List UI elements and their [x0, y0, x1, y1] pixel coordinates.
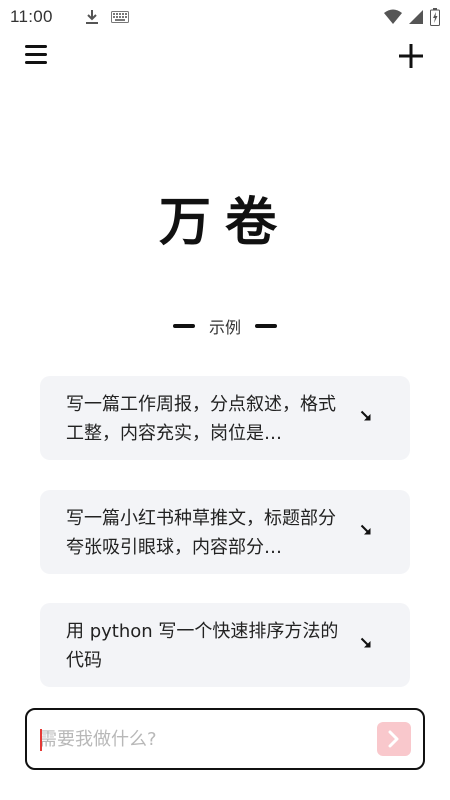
example-card-text: 用 python 写一个快速排序方法的代码: [66, 621, 339, 671]
arrow-down-right-icon: [360, 524, 371, 535]
example-card-2[interactable]: 写一篇小红书种草推文，标题部分夸张吸引眼球，内容部分…: [40, 490, 410, 574]
signal-icon: [409, 10, 423, 24]
prompt-input-container: [25, 708, 425, 770]
download-icon: [85, 10, 98, 24]
example-card-text: 写一篇小红书种草推文，标题部分夸张吸引眼球，内容部分…: [66, 508, 336, 558]
top-bar: [0, 40, 450, 76]
example-card-1[interactable]: 写一篇工作周报，分点叙述，格式工整，内容充实，岗位是…: [40, 376, 410, 460]
hamburger-menu-icon[interactable]: [25, 45, 49, 69]
chevron-right-icon: [388, 730, 399, 748]
keyboard-icon: [110, 11, 129, 23]
text-caret: [40, 729, 42, 751]
heading-dash-right: [255, 324, 277, 328]
arrow-down-right-icon: [360, 410, 371, 421]
example-card-text: 写一篇工作周报，分点叙述，格式工整，内容充实，岗位是…: [66, 394, 336, 444]
status-notification-icons: [85, 9, 129, 25]
plus-icon[interactable]: [398, 43, 424, 69]
examples-heading: 示例: [0, 314, 450, 338]
arrow-down-right-icon: [360, 637, 371, 648]
prompt-input[interactable]: [39, 724, 359, 754]
battery-icon: [430, 8, 440, 26]
wifi-icon: [384, 9, 402, 24]
status-system-icons: [384, 8, 440, 26]
send-button[interactable]: [377, 722, 411, 756]
heading-dash-left: [172, 324, 195, 328]
status-time: 11:00: [10, 7, 53, 26]
app-title: 万卷: [158, 192, 291, 253]
example-card-3[interactable]: 用 python 写一个快速排序方法的代码: [40, 603, 410, 687]
examples-heading-label: 示例: [208, 318, 241, 337]
status-bar: 11:00: [0, 0, 450, 34]
